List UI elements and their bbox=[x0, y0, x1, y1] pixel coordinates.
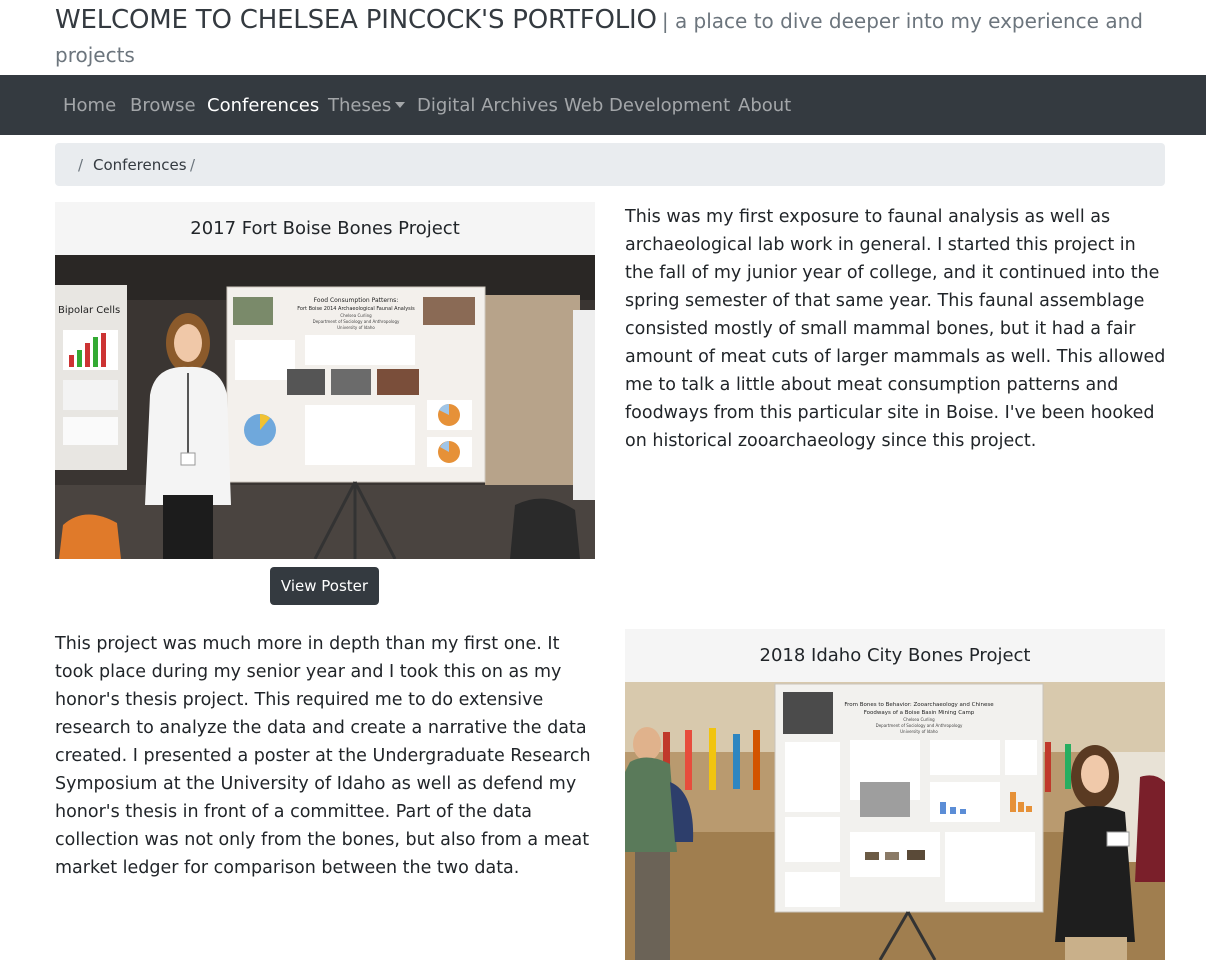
poster-author: Chelsea Curling bbox=[903, 717, 935, 722]
poster-title: Food Consumption Patterns: bbox=[314, 297, 399, 304]
nav-digital-archives[interactable]: Digital Archives bbox=[417, 94, 558, 118]
poster-author: Chelsea Curling bbox=[340, 313, 372, 318]
breadcrumb: / Conferences / bbox=[55, 143, 1165, 186]
nav-home[interactable]: Home bbox=[63, 94, 116, 118]
nav-web-development[interactable]: Web Development bbox=[564, 94, 730, 118]
site-title: WELCOME TO CHELSEA PINCOCK'S PORTFOLIO bbox=[55, 5, 657, 35]
nav-conferences[interactable]: Conferences bbox=[207, 94, 319, 118]
poster-department: Department of Sociology and Anthropology bbox=[876, 723, 963, 728]
poster-subtitle: Fort Boise 2014 Archaeological Faunal An… bbox=[297, 306, 415, 312]
project-card-fort-boise: 2017 Fort Boise Bones Project Bipolar Ce… bbox=[55, 202, 595, 559]
poster-department: Department of Sociology and Anthropology bbox=[313, 319, 400, 324]
site-header: WELCOME TO CHELSEA PINCOCK'S PORTFOLIO |… bbox=[55, 4, 1145, 73]
poster-university: University of Idaho bbox=[900, 729, 938, 734]
card-title: 2017 Fort Boise Bones Project bbox=[190, 218, 460, 239]
project-card-idaho-city: 2018 Idaho City Bones Project From Bones… bbox=[625, 629, 1165, 960]
view-poster-button[interactable]: View Poster bbox=[270, 567, 379, 605]
project-description-idaho-city: This project was much more in depth than… bbox=[55, 634, 591, 878]
chevron-down-icon bbox=[395, 102, 406, 108]
project-description-fort-boise: This was my first exposure to faunal ana… bbox=[625, 207, 1166, 451]
nav-theses-dropdown[interactable]: Theses bbox=[328, 94, 406, 118]
poster-university: University of Idaho bbox=[337, 325, 375, 330]
breadcrumb-current[interactable]: Conferences bbox=[93, 155, 187, 175]
breadcrumb-separator: / bbox=[190, 156, 196, 174]
side-poster-title: Bipolar Cells bbox=[58, 305, 120, 316]
poster-subtitle: Foodways of a Boise Basin Mining Camp bbox=[864, 710, 975, 716]
card-title: 2018 Idaho City Bones Project bbox=[759, 645, 1031, 666]
poster-title: From Bones to Behavior: Zooarchaeology a… bbox=[844, 702, 994, 708]
nav-about[interactable]: About bbox=[738, 94, 791, 118]
nav-theses-label: Theses bbox=[328, 95, 392, 116]
main-navbar: Home Browse Conferences Theses Digital A… bbox=[0, 75, 1206, 135]
conference-photo: From Bones to Behavior: Zooarchaeology a… bbox=[625, 682, 1165, 960]
conference-photo: Bipolar Cells Food Consumption Patterns:… bbox=[55, 255, 595, 559]
breadcrumb-separator: / bbox=[78, 156, 84, 174]
nav-browse[interactable]: Browse bbox=[130, 94, 196, 118]
